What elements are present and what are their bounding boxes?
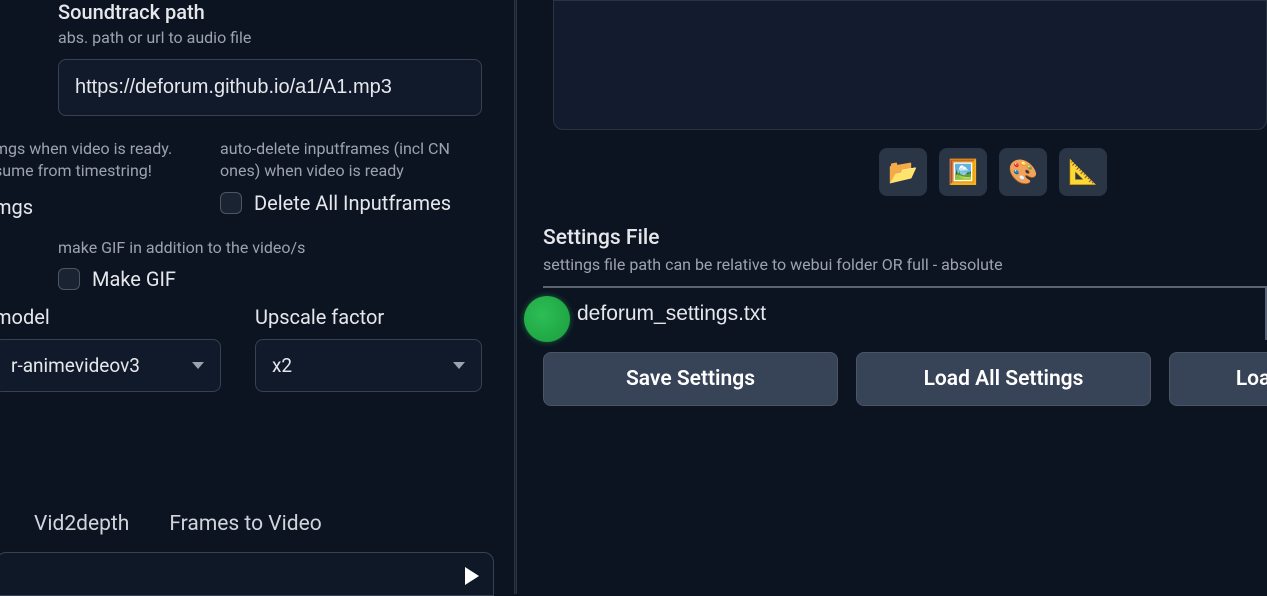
image-icon: 🖼️ (948, 158, 978, 186)
make-gif-checkbox[interactable] (58, 268, 80, 290)
ruler-icon-button[interactable]: 📐 (1059, 148, 1107, 196)
panel-divider (514, 0, 517, 594)
model-select[interactable]: r-animevideov3 (0, 339, 221, 392)
upscale-value: x2 (272, 354, 292, 377)
soundtrack-label: Soundtrack path (58, 0, 482, 24)
load-all-settings-button[interactable]: Load All Settings (856, 352, 1151, 406)
ready-hint-left: mgs when video is ready. sume from times… (0, 138, 200, 183)
upscale-select[interactable]: x2 (255, 339, 482, 392)
folder-icon: 📂 (888, 158, 918, 186)
settings-file-label: Settings File (543, 226, 1267, 250)
load-button[interactable]: Load (1169, 352, 1267, 406)
gif-hint: make GIF in addition to the video/s (58, 237, 510, 259)
right-panel: 📂 🖼️ 🎨 📐 Settings File settings file pat… (525, 0, 1267, 594)
model-value: r-animevideov3 (11, 354, 140, 377)
settings-file-hint: settings file path can be relative to we… (543, 254, 1267, 276)
delete-inputframes-label: Delete All Inputframes (254, 191, 451, 215)
preview-area (553, 0, 1267, 130)
palette-icon: 🎨 (1008, 158, 1038, 186)
upscale-label: Upscale factor (255, 305, 482, 329)
save-settings-button[interactable]: Save Settings (543, 352, 838, 406)
tab-vid2depth[interactable]: Vid2depth (34, 512, 129, 536)
ready-hint-right: auto-delete inputframes (incl CN ones) w… (220, 138, 482, 183)
cursor-indicator (524, 296, 570, 342)
tab-frames-to-video[interactable]: Frames to Video (169, 512, 321, 536)
left-panel: Soundtrack path abs. path or url to audi… (0, 0, 510, 594)
ruler-icon: 📐 (1068, 158, 1098, 186)
folder-icon-button[interactable]: 📂 (879, 148, 927, 196)
image-icon-button[interactable]: 🖼️ (939, 148, 987, 196)
make-gif-label: Make GIF (92, 267, 176, 291)
bottom-input-box[interactable] (0, 552, 494, 596)
imgs-label: mgs (0, 195, 200, 219)
model-label: model (0, 305, 221, 329)
soundtrack-input[interactable] (58, 59, 482, 116)
palette-icon-button[interactable]: 🎨 (999, 148, 1047, 196)
chevron-down-icon (453, 362, 465, 369)
settings-file-input[interactable] (543, 286, 1267, 340)
soundtrack-hint: abs. path or url to audio file (58, 28, 482, 47)
delete-inputframes-checkbox[interactable] (220, 192, 242, 214)
send-icon (465, 567, 479, 585)
chevron-down-icon (192, 362, 204, 369)
